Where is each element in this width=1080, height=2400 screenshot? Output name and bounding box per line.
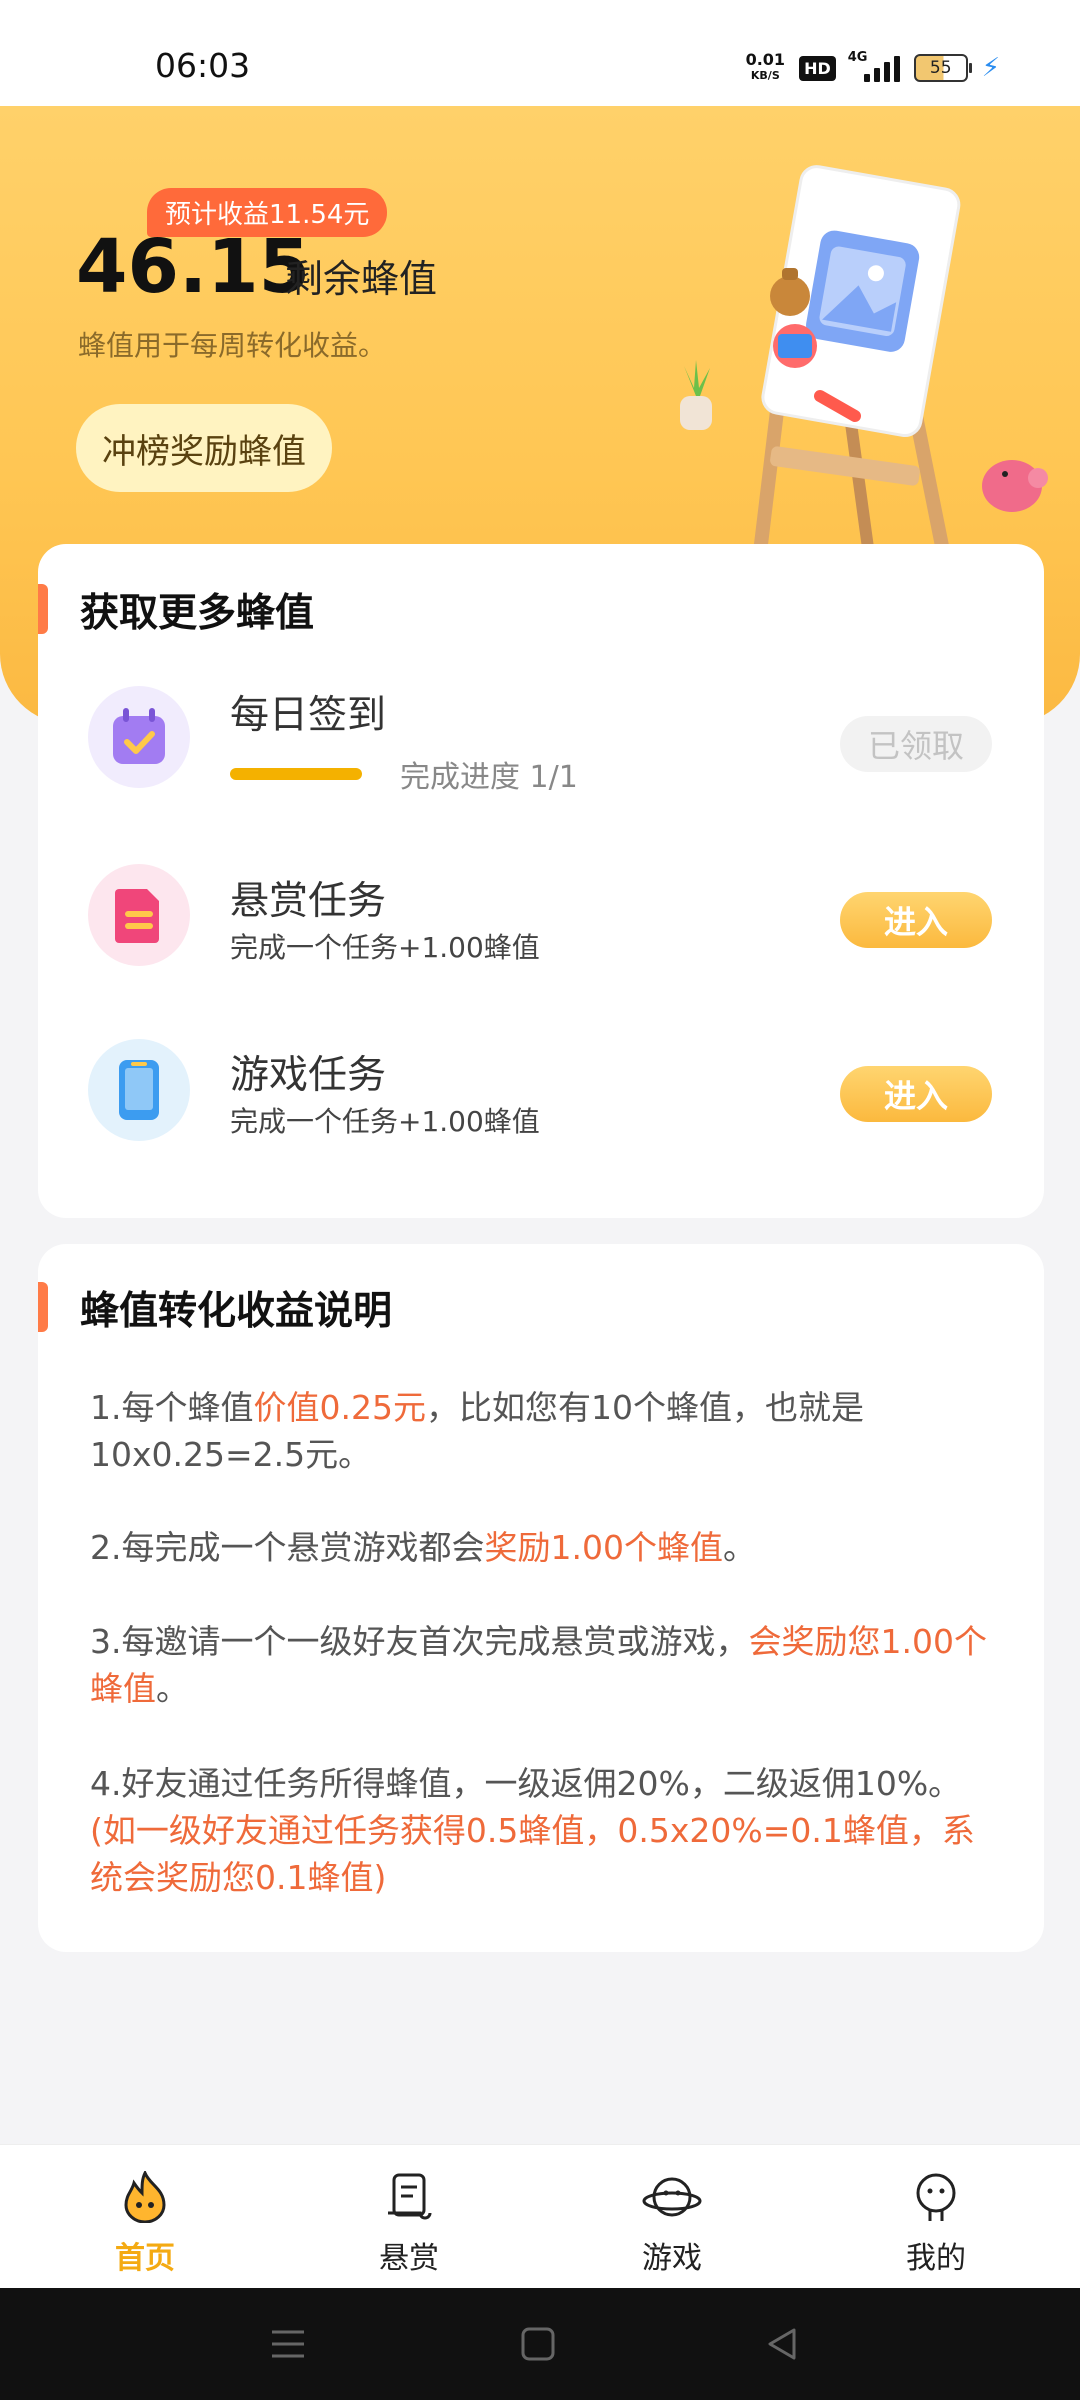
plant-icon — [680, 360, 712, 430]
rule-item: 4.好友通过任务所得蜂值，一级返佣20%，二级返佣10%。 (如一级好友通过任务获… — [90, 1760, 990, 1901]
rule-highlight: (如一级好友通过任务获得0.5蜂值，0.5x20%=0.1蜂值，系统会奖励您0.… — [90, 1811, 975, 1897]
system-nav-bar — [0, 2288, 1080, 2400]
scroll-icon — [388, 2173, 432, 2220]
network-speed-unit: KB/S — [750, 69, 780, 82]
menu-icon[interactable] — [268, 2326, 308, 2362]
task-subtitle-game: 完成一个任务+1.00蜂值 — [230, 1105, 540, 1138]
rule-text: 。 — [156, 1669, 189, 1708]
bounty-enter-button[interactable]: 进入 — [840, 892, 992, 948]
profile-face-icon — [916, 2173, 956, 2221]
hd-icon: HD — [799, 55, 836, 81]
rule-highlight: 奖励1.00个蜂值 — [484, 1528, 723, 1567]
checkin-progress-bar — [230, 768, 362, 780]
home-square-icon[interactable] — [520, 2326, 556, 2362]
bounty-task-icon — [88, 864, 190, 966]
status-time: 06:03 — [155, 46, 251, 85]
charging-icon: ⚡ — [981, 53, 1000, 83]
bottom-tab-bar: 首页 悬赏 游戏 我的 — [0, 2144, 1080, 2289]
earn-more-card: 获取更多蜂值 每日签到 完成进度 1/1 已领取 悬赏任务 完成一个任务+1.0… — [38, 544, 1044, 1218]
tab-label: 首页 — [115, 2241, 175, 2276]
rule-item: 2.每完成一个悬赏游戏都会奖励1.00个蜂值。 — [90, 1524, 990, 1571]
tab-mine[interactable]: 我的 — [866, 2171, 1006, 2277]
network-type: 4G — [847, 50, 868, 65]
tab-label: 游戏 — [642, 2241, 702, 2276]
rule-text: 4.好友通过任务所得蜂值，一级返佣20%，二级返佣10%。 — [90, 1764, 962, 1803]
rule-item: 1.每个蜂值价值0.25元，比如您有10个蜂值，也就是10x0.25=2.5元。 — [90, 1384, 990, 1478]
game-task-icon — [88, 1039, 190, 1141]
earn-more-title: 获取更多蜂值 — [80, 591, 315, 636]
rule-text: 。 — [722, 1528, 756, 1567]
rule-text: 3.每邀请一个一级好友首次完成悬赏或游戏， — [90, 1622, 749, 1661]
back-icon[interactable] — [764, 2326, 800, 2362]
task-title-game: 游戏任务 — [230, 1053, 387, 1098]
status-bar: 06:03 0.01 KB/S HD 4G 55 ⚡ — [0, 0, 1080, 106]
planet-icon — [642, 2177, 702, 2217]
piggy-bank-icon — [982, 460, 1048, 512]
task-title-bounty: 悬赏任务 — [230, 879, 387, 924]
checkin-icon — [88, 686, 190, 788]
task-title-checkin: 每日签到 — [230, 693, 387, 738]
tab-game[interactable]: 游戏 — [602, 2171, 742, 2277]
checkin-claimed-button[interactable]: 已领取 — [840, 716, 992, 772]
tab-label: 我的 — [906, 2241, 966, 2276]
network-speed-value: 0.01 — [745, 50, 786, 69]
balance-label: 剩余蜂值 — [285, 257, 438, 301]
rule-item: 3.每邀请一个一级好友首次完成悬赏或游戏，会奖励您1.00个蜂值。 — [90, 1618, 990, 1712]
checkin-progress-text: 完成进度 1/1 — [400, 760, 578, 795]
game-enter-button[interactable]: 进入 — [840, 1066, 992, 1122]
rule-text: 2.每完成一个悬赏游戏都会 — [90, 1528, 485, 1567]
signal-icon: 4G — [848, 50, 900, 82]
battery-icon: 55 — [913, 54, 972, 82]
tab-bounty[interactable]: 悬赏 — [339, 2171, 479, 2277]
task-subtitle-bounty: 完成一个任务+1.00蜂值 — [230, 931, 540, 964]
hero-description: 蜂值用于每周转化收益。 — [78, 329, 387, 362]
tab-label: 悬赏 — [379, 2241, 439, 2276]
rules-title: 蜂值转化收益说明 — [80, 1289, 393, 1334]
title-accent-bar — [38, 1282, 48, 1332]
network-speed: 0.01 KB/S — [746, 52, 785, 84]
status-icons: 0.01 KB/S HD 4G 55 ⚡ — [746, 48, 1000, 88]
rank-reward-button[interactable]: 冲榜奖励蜂值 — [76, 404, 332, 492]
rule-highlight: 价值0.25元 — [253, 1388, 426, 1427]
balance-value: 46.15 — [76, 224, 311, 310]
tab-home[interactable]: 首页 — [75, 2169, 215, 2277]
title-accent-bar — [38, 584, 48, 634]
rule-text: 1.每个蜂值 — [90, 1388, 254, 1427]
home-fire-icon — [124, 2169, 166, 2224]
conversion-rules-card: 蜂值转化收益说明 1.每个蜂值价值0.25元，比如您有10个蜂值，也就是10x0… — [38, 1244, 1044, 1952]
